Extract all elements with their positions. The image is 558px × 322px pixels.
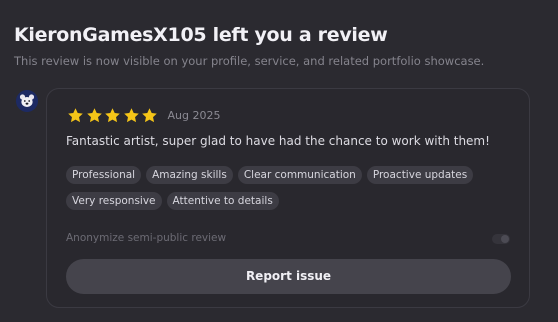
review-tag: Clear communication — [237, 166, 362, 184]
star-icon — [142, 107, 157, 122]
review-card: Aug 2025 Fantastic artist, super glad to… — [46, 88, 530, 308]
bear-avatar-icon — [16, 90, 38, 112]
star-icon — [86, 107, 102, 122]
toggle-knob — [501, 235, 509, 243]
review-tag: Very responsive — [66, 192, 162, 210]
review-tag: Proactive updates — [366, 166, 474, 184]
report-issue-button[interactable]: Report issue — [66, 259, 511, 294]
reviewer-avatar — [16, 90, 38, 112]
review-tag: Attentive to details — [166, 192, 279, 210]
review-text: Fantastic artist, super glad to have had… — [66, 134, 490, 148]
anonymize-label: Anonymize semi-public review — [66, 232, 227, 244]
star-icon — [68, 107, 83, 122]
anonymize-toggle[interactable] — [492, 234, 510, 244]
review-tag: Professional — [66, 166, 142, 184]
star-icon — [123, 107, 139, 122]
review-tag: Amazing skills — [146, 166, 233, 184]
star-icon — [105, 107, 120, 122]
review-tags: Professional Amazing skills Clear commun… — [66, 166, 486, 210]
review-date: Aug 2025 — [167, 108, 221, 122]
rating-row: Aug 2025 — [67, 106, 220, 124]
page-title: KieronGamesX105 left you a review — [14, 24, 388, 46]
star-rating — [67, 107, 160, 124]
page-subtitle: This review is now visible on your profi… — [14, 54, 485, 68]
